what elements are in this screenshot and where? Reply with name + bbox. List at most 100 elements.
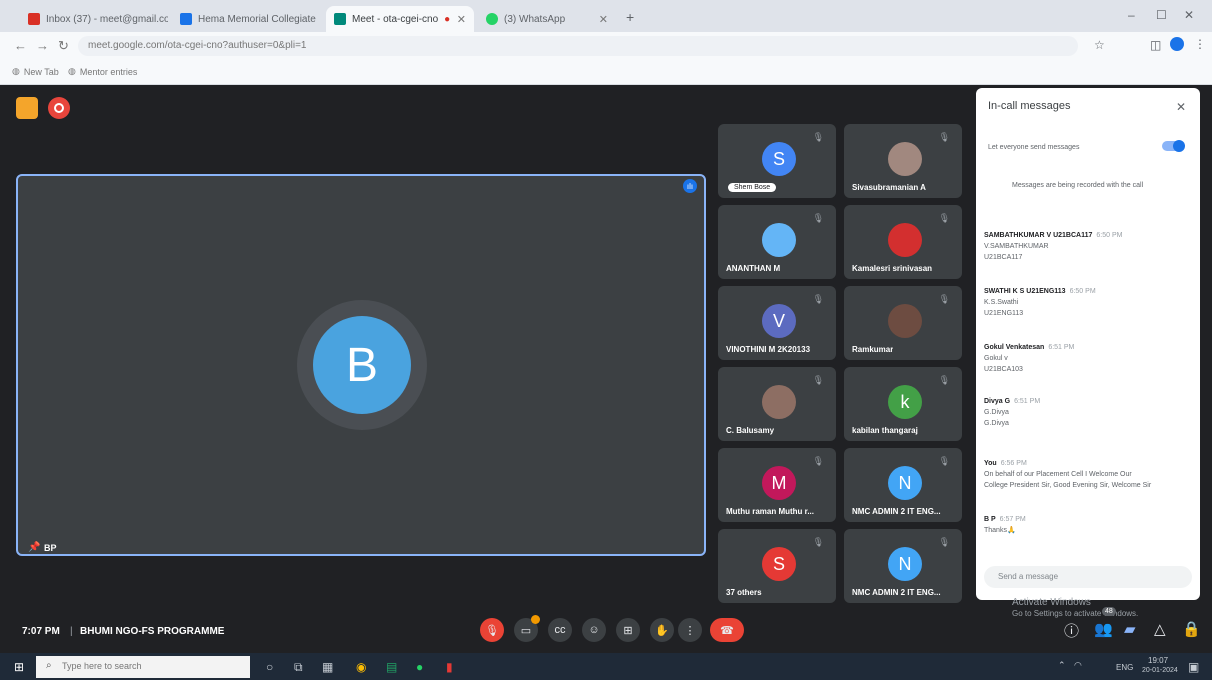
sidepanel-icon[interactable]: ◫ xyxy=(1150,38,1161,52)
whatsapp-taskbar-icon[interactable]: ● xyxy=(416,660,423,674)
recording-icon[interactable] xyxy=(48,97,70,119)
participant-tile[interactable]: V 🎙 VINOTHINI M 2K20133 xyxy=(718,286,836,360)
tray-arrow-icon[interactable]: ⌃ xyxy=(1058,660,1066,671)
participant-avatar xyxy=(888,223,922,257)
bookmark-new-tab[interactable]: ◍ New Tab xyxy=(12,66,59,77)
participant-avatar xyxy=(762,385,796,419)
allow-messages-toggle[interactable] xyxy=(1162,140,1185,152)
forward-icon[interactable]: → xyxy=(36,38,49,53)
url-field[interactable]: meet.google.com/ota-cgei-cno?authuser=0&… xyxy=(78,36,1078,56)
message-time: 6:51 PM xyxy=(1014,398,1041,405)
message-time: 6:51 PM xyxy=(1048,344,1075,351)
participant-tile[interactable]: S 🎙 Shem Bose xyxy=(718,124,836,198)
message-input[interactable]: Send a message xyxy=(984,566,1192,588)
close-icon[interactable]: ✕ xyxy=(599,13,608,26)
mic-off-button[interactable]: 🎙 xyxy=(480,618,504,642)
participant-tile[interactable]: 🎙 Ramkumar xyxy=(844,286,962,360)
mic-muted-icon: 🎙 xyxy=(938,456,950,466)
search-icon: ⌕ xyxy=(46,660,52,671)
participant-name: C. Balusamy xyxy=(726,426,775,435)
tab-college[interactable]: Hema Memorial Collegiate ✕ xyxy=(172,6,322,32)
tab-gmail[interactable]: Inbox (37) - meet@gmail.com ✕ xyxy=(20,6,168,32)
participant-avatar xyxy=(762,223,796,257)
message-text: College President Sir, Good Evening Sir,… xyxy=(984,482,1152,489)
participant-tile[interactable]: 🎙 ANANTHAN M xyxy=(718,205,836,279)
participant-tile[interactable]: S 🎙 37 others xyxy=(718,529,836,603)
participant-avatar xyxy=(888,142,922,176)
chat-message: SWATHI K S U21ENG113 6:50 PM K.S.Swathi U21… xyxy=(984,286,1192,319)
reload-icon[interactable]: ↻ xyxy=(58,38,69,54)
participant-tile[interactable]: k 🎙 kabilan thangaraj xyxy=(844,367,962,441)
present-button[interactable]: ⊞ xyxy=(616,618,640,642)
participant-name: ANANTHAN M xyxy=(726,264,781,273)
minimize-button[interactable]: – xyxy=(1128,8,1135,22)
file-explorer-icon[interactable]: ▦ xyxy=(322,660,333,674)
notifications-icon[interactable]: ▣ xyxy=(1188,660,1199,674)
message-sender: Divya G xyxy=(984,398,1011,405)
close-icon[interactable]: ✕ xyxy=(457,13,466,26)
tab-title: Meet - ota-cgei-cno xyxy=(352,13,439,25)
tab-meet[interactable]: Meet - ota-cgei-cno ● ✕ xyxy=(326,6,474,32)
chat-message: B P 6:57 PM Thanks🙏 xyxy=(984,514,1192,536)
camera-button[interactable]: ▭ xyxy=(514,615,540,642)
cortana-icon[interactable]: ○ xyxy=(266,660,273,674)
host-controls-icon[interactable]: 🔒 xyxy=(1182,620,1201,638)
main-speaker-name: BP xyxy=(44,543,57,553)
pin-icon[interactable]: 📌 xyxy=(28,542,40,553)
profile-avatar[interactable] xyxy=(1170,37,1184,51)
meeting-time: 7:07 PM xyxy=(22,626,60,637)
participant-name: Muthu raman Muthu r... xyxy=(726,507,814,516)
participant-tile[interactable]: 🎙 Kamalesri srinivasan xyxy=(844,205,962,279)
app-icon[interactable]: ▮ xyxy=(446,660,453,674)
chat-icon[interactable]: ▰ xyxy=(1124,620,1136,638)
more-options-button[interactable]: ⋮ xyxy=(678,618,702,642)
participant-avatar: V xyxy=(762,304,796,338)
chat-message: Gokul Venkatesan 6:51 PM Gokul v U21BCA103 xyxy=(984,342,1192,375)
participant-avatar xyxy=(888,304,922,338)
bookmark-mentor[interactable]: ◍ Mentor entries xyxy=(68,66,137,77)
new-tab-button[interactable]: + xyxy=(626,9,634,25)
taskbar-search[interactable]: ⌕ Type here to search xyxy=(36,656,250,678)
participant-tile[interactable]: N 🎙 NMC ADMIN 2 IT ENG... xyxy=(844,448,962,522)
people-icon[interactable]: 👥 xyxy=(1094,620,1113,638)
close-chat-button[interactable]: ✕ xyxy=(1176,100,1186,114)
captions-button[interactable]: cc xyxy=(548,618,572,642)
activities-icon[interactable]: △ xyxy=(1154,620,1166,638)
windows-start-icon[interactable]: ⊞ xyxy=(14,660,24,674)
participant-avatar: S xyxy=(762,547,796,581)
language-indicator[interactable]: ENG xyxy=(1116,663,1133,672)
participant-avatar: N xyxy=(888,466,922,500)
participant-name: Sivasubramanian A xyxy=(852,183,926,192)
participant-tile[interactable]: N 🎙 NMC ADMIN 2 IT ENG... xyxy=(844,529,962,603)
warning-badge xyxy=(531,615,540,624)
message-time: 6:50 PM xyxy=(1096,232,1123,239)
back-icon[interactable]: ← xyxy=(14,38,27,53)
chrome-icon[interactable]: ◉ xyxy=(356,660,366,674)
close-window-button[interactable]: ✕ xyxy=(1184,8,1194,22)
participant-tile[interactable]: 🎙 Sivasubramanian A xyxy=(844,124,962,198)
people-count-badge: 48 xyxy=(1102,607,1116,616)
participant-name: NMC ADMIN 2 IT ENG... xyxy=(852,507,941,516)
info-icon[interactable]: ⓘ xyxy=(1064,620,1079,641)
emoji-button[interactable]: ☺ xyxy=(582,618,606,642)
participant-avatar: M xyxy=(762,466,796,500)
participant-tile[interactable]: M 🎙 Muthu raman Muthu r... xyxy=(718,448,836,522)
participant-name: 37 others xyxy=(726,588,762,597)
chat-message: Divya G 6:51 PM G.Divya G.Divya xyxy=(984,396,1192,429)
maximize-button[interactable]: ☐ xyxy=(1156,8,1167,22)
raise-hand-button[interactable]: ✋ xyxy=(650,618,674,642)
menu-icon[interactable]: ⋮ xyxy=(1194,37,1206,51)
activity-icon[interactable] xyxy=(16,97,38,119)
activation-watermark-sub: Go to Settings to activate Windows. xyxy=(1012,609,1139,618)
star-icon[interactable]: ☆ xyxy=(1094,38,1105,52)
mic-muted-icon: 🎙 xyxy=(938,294,950,304)
task-view-icon[interactable]: ⧉ xyxy=(294,660,303,675)
participant-avatar: N xyxy=(888,547,922,581)
recording-dot-icon: ● xyxy=(444,13,451,25)
tab-whatsapp[interactable]: (3) WhatsApp ✕ xyxy=(478,6,616,32)
leave-call-button[interactable]: ☎ xyxy=(710,618,744,642)
network-icon[interactable]: ◠ xyxy=(1074,660,1082,671)
excel-icon[interactable]: ▤ xyxy=(386,660,397,674)
participant-tile[interactable]: 🎙 C. Balusamy xyxy=(718,367,836,441)
mic-muted-icon: 🎙 xyxy=(938,537,950,547)
